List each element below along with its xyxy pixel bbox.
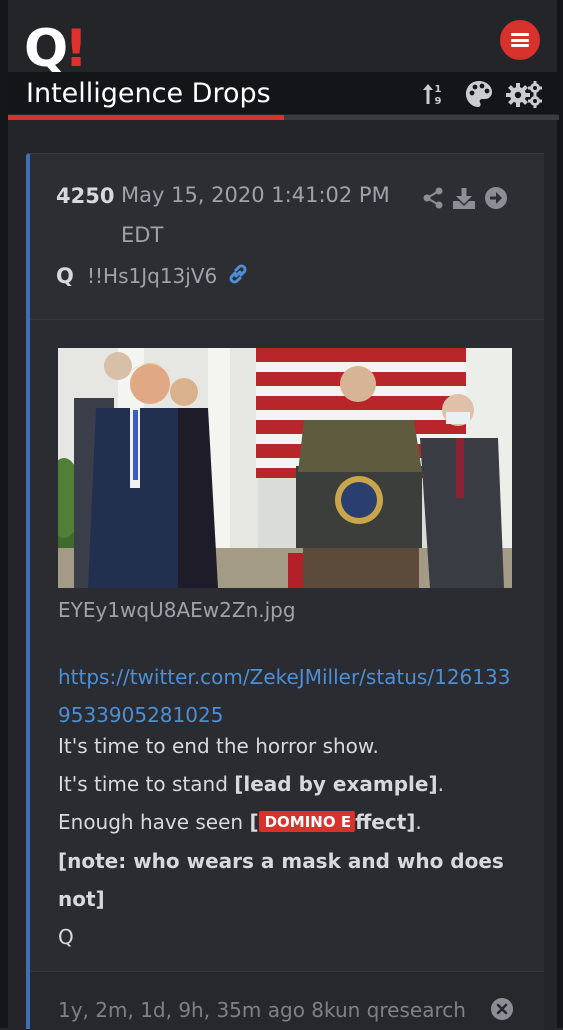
post-body: EYEy1wqU8AEw2Zn.jpg https://twitter.com/…: [30, 319, 544, 972]
post-header: 4250 May 15, 2020 1:41:02 PM EDT Q !!Hs1…: [30, 154, 544, 319]
tweet-link[interactable]: https://twitter.com/ZekeJMiller/status/1…: [58, 658, 518, 734]
post-line-4: [note: who wears a mask and who does: [58, 849, 504, 873]
app-header: Q ! Intelligence Drops 1 9: [0, 0, 563, 122]
scroll-progress: [8, 115, 559, 120]
post-author: Q: [56, 264, 74, 288]
palette-icon: [466, 81, 492, 107]
download-icon[interactable]: [452, 187, 476, 209]
post-line-3-end: .: [415, 810, 422, 834]
logo-mark: !: [64, 19, 88, 79]
post-date: May 15, 2020 1:41:02 PM EDT: [121, 183, 390, 247]
post-line-3-bracket: [: [249, 810, 259, 834]
site-title: Intelligence Drops: [26, 78, 271, 109]
post-number[interactable]: 4250: [56, 184, 114, 208]
post-line-2-end: .: [437, 772, 444, 796]
share-icon[interactable]: [422, 187, 444, 209]
goto-icon[interactable]: [484, 186, 508, 210]
settings-icon: [506, 81, 542, 108]
image-filename[interactable]: EYEy1wqU8AEw2Zn.jpg: [58, 598, 296, 622]
post-line-2-text: It's time to stand: [58, 772, 235, 796]
post-age-source: 1y, 2m, 1d, 9h, 35m ago 8kun qresearch: [58, 998, 466, 1022]
post-image[interactable]: [58, 348, 512, 588]
post-tripcode: !!Hs1Jq13jV6: [87, 264, 218, 288]
logo[interactable]: Q !: [24, 22, 88, 76]
title-bar: Intelligence Drops 1 9: [8, 72, 559, 114]
post-line-3-bold: ffect]: [355, 810, 416, 834]
sort-icon: 1 9: [423, 84, 442, 107]
link-icon[interactable]: [226, 262, 250, 286]
post-line-2: It's time to stand [lead by example].: [58, 772, 444, 796]
post-actions: [422, 186, 508, 210]
post-line-1: It's time to end the horror show.: [58, 734, 379, 758]
svg-text:9: 9: [435, 96, 442, 107]
post-line-5: not]: [58, 887, 105, 911]
post-signature: Q: [58, 925, 74, 949]
logo-letter: Q: [24, 19, 68, 79]
scroll-progress-fill: [8, 115, 284, 120]
domino-badge: DOMINO E: [258, 811, 356, 832]
post-line-3-text: Enough have seen: [58, 810, 250, 834]
post-line-2-bold: [lead by example]: [234, 772, 438, 796]
press-conference-photo: [58, 348, 512, 588]
sort-button[interactable]: 1 9: [420, 80, 448, 108]
post-footer: 1y, 2m, 1d, 9h, 35m ago 8kun qresearch: [30, 971, 544, 1030]
menu-icon: [511, 33, 529, 47]
menu-button[interactable]: [500, 20, 540, 60]
close-icon[interactable]: [491, 998, 513, 1020]
settings-button[interactable]: [505, 80, 545, 108]
theme-button[interactable]: [463, 80, 495, 108]
post-line-3: Enough have seen [DOMINO Effect].: [58, 810, 422, 834]
post-card: 4250 May 15, 2020 1:41:02 PM EDT Q !!Hs1…: [26, 153, 544, 1030]
right-edge: [557, 0, 563, 1028]
svg-text:1: 1: [435, 84, 442, 95]
left-edge: [0, 0, 8, 1028]
